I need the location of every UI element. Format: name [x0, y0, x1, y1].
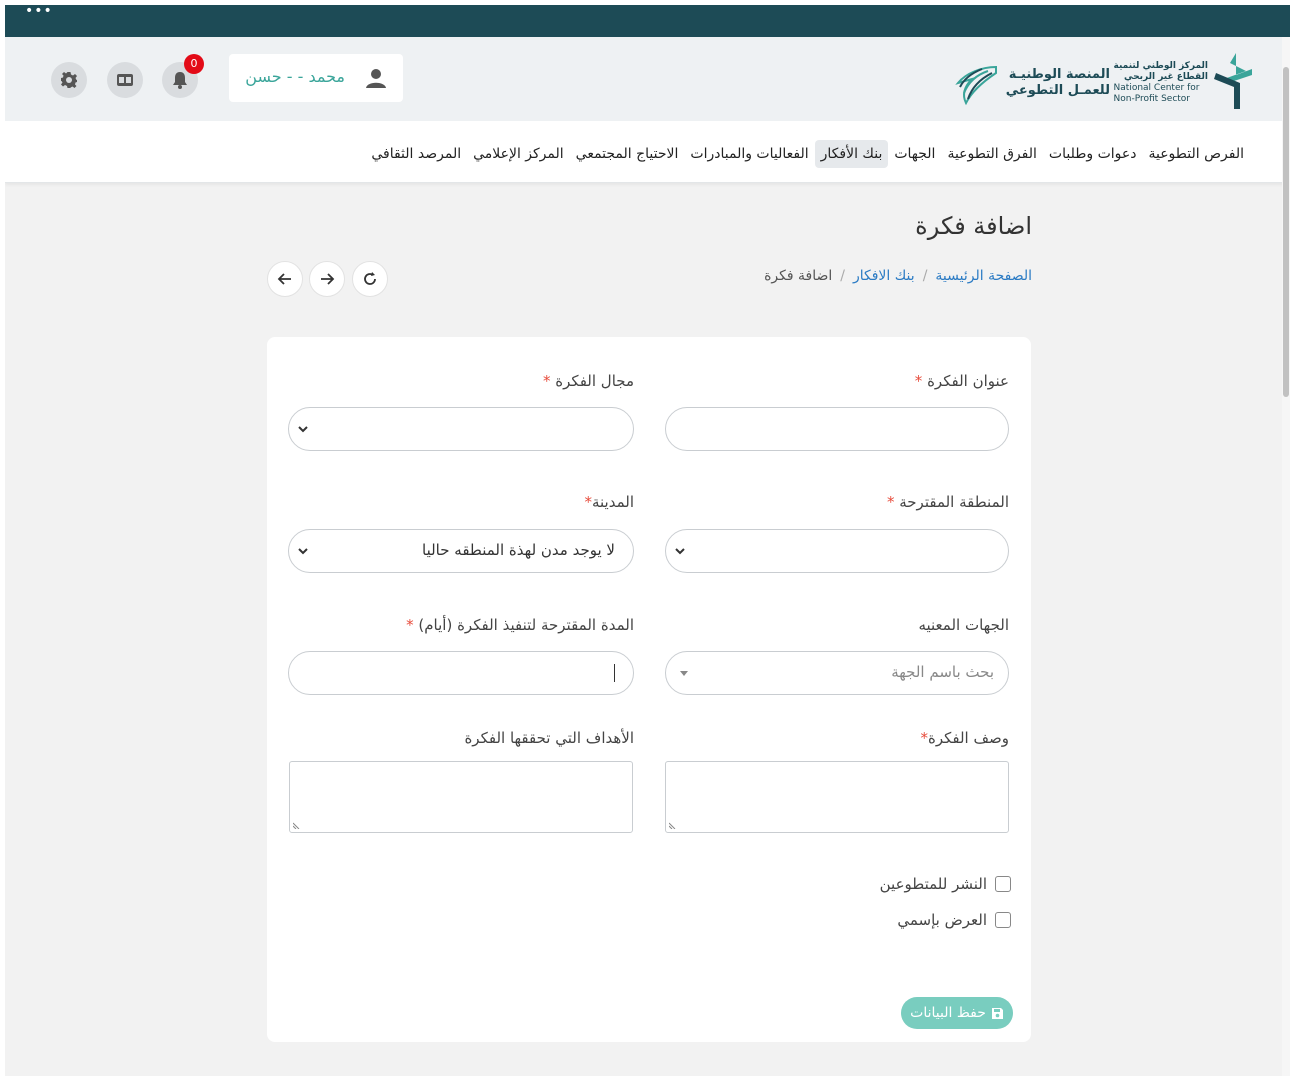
user-icon [366, 69, 386, 88]
breadcrumb-ideas-bank[interactable]: بنك الافكار [853, 268, 915, 284]
nav-item-1[interactable]: دعوات وطلبات [1043, 140, 1143, 168]
text-cursor [614, 664, 615, 682]
region-label: المنطقة المقترحة * [886, 493, 1009, 511]
breadcrumb-home[interactable]: الصفحة الرئيسية [935, 268, 1032, 284]
notification-badge: 0 [184, 54, 204, 74]
ncnp-logo-en-1: National Center for [1113, 83, 1200, 93]
ncnp-logo-ar-2: القطاع غير الربحي [1124, 72, 1208, 82]
breadcrumb-separator: / [922, 268, 928, 284]
city-select[interactable]: لا يوجد مدن لهذة المنطقه حاليا [288, 529, 634, 573]
caret-down-icon [680, 671, 688, 676]
idea-field-select[interactable] [288, 407, 634, 451]
resize-grip-icon[interactable] [669, 821, 677, 829]
goals-label: الأهداف التي تحققها الفكرة [464, 729, 634, 747]
idea-field-label: مجال الفكرة * [543, 372, 634, 390]
nav-item-0[interactable]: الفرص التطوعية [1142, 140, 1250, 168]
app-frame: ••• المركز الوطني لتنمية القطاع غير الرب… [5, 5, 1290, 1076]
refresh-icon [364, 272, 376, 285]
duration-label: المدة المقترحة لتنفيذ الفكرة (أيام) * [406, 616, 634, 634]
chevron-down-icon [298, 548, 308, 555]
publish-volunteers-checkbox[interactable] [995, 876, 1011, 892]
gear-icon [61, 72, 77, 88]
user-name: محمد - - حسن [245, 67, 345, 86]
main-nav: الفرص التطوعية دعوات وطلبات الفرق التطوعية… [5, 121, 1290, 183]
nav-item-7[interactable]: المركز الإعلامي [467, 140, 570, 168]
show-name-checkbox[interactable] [995, 912, 1011, 928]
chevron-down-icon [298, 426, 308, 433]
bell-icon [173, 72, 187, 89]
header: المركز الوطني لتنمية القطاع غير الربحي N… [5, 37, 1290, 121]
save-button[interactable]: حفظ البيانات [901, 997, 1013, 1029]
nav-list: الفرص التطوعية دعوات وطلبات الفرق التطوعية… [365, 140, 1250, 168]
description-label: وصف الفكرة* [920, 729, 1009, 747]
nav-item-4[interactable]: بنك الأفكار [814, 140, 889, 168]
breadcrumb: الصفحة الرئيسية / بنك الافكار / اضافة فك… [764, 268, 1032, 284]
user-menu[interactable]: محمد - - حسن [229, 54, 403, 102]
idea-title-label: عنوان الفكرة * [914, 372, 1009, 390]
top-bar: ••• [5, 5, 1290, 37]
publish-volunteers-label: النشر للمتطوعين [879, 875, 987, 893]
city-label: المدينة* [584, 493, 634, 511]
description-textarea[interactable] [665, 761, 1009, 833]
arrow-right-icon [321, 273, 335, 285]
page-title: اضافة فكرة [915, 212, 1032, 240]
save-disk-icon [991, 1007, 1003, 1019]
publish-volunteers-option[interactable]: النشر للمتطوعين [880, 875, 1011, 893]
show-name-option[interactable]: العرض بإسمي [897, 911, 1011, 929]
platform-logo-line2: للعمـل التطوعي [1005, 83, 1110, 98]
settings-button[interactable] [51, 62, 87, 98]
breadcrumb-separator: / [840, 268, 845, 284]
platform-logo-line1: المنصة الوطنيـة [1008, 67, 1110, 82]
ncnp-logo-en-2: Non-Profit Sector [1113, 94, 1191, 104]
arrow-left-icon [277, 273, 291, 285]
entities-label: الجهات المعنيه [918, 616, 1009, 634]
ncnp-logo-text: المركز الوطني لتنمية القطاع غير الربحي N… [1114, 61, 1208, 105]
nav-item-8[interactable]: المرصد الثقافي [365, 140, 467, 168]
window-dots-icon: ••• [25, 5, 53, 19]
breadcrumb-current: اضافة فكرة [764, 268, 833, 284]
platform-logo-text: المنصة الوطنيـة للعمـل التطوعي [1006, 67, 1110, 99]
id-card-icon [117, 74, 133, 86]
forward-button[interactable] [309, 261, 345, 297]
region-select[interactable] [665, 529, 1009, 573]
ncnp-logo-mark-icon [1214, 53, 1252, 109]
nav-item-3[interactable]: الجهات [888, 140, 941, 168]
show-name-label: العرض بإسمي [897, 911, 987, 929]
entities-search-select[interactable]: بحث باسم الجهة [665, 651, 1009, 695]
nav-item-2[interactable]: الفرق التطوعية [941, 140, 1042, 168]
nav-item-5[interactable]: الفعاليات والمبادرات [684, 140, 814, 168]
nav-item-6[interactable]: الاحتياج المجتمعي [570, 140, 685, 168]
scrollbar-thumb[interactable] [1283, 67, 1289, 397]
idea-title-input[interactable] [665, 407, 1009, 451]
language-button[interactable] [107, 62, 143, 98]
platform-logo-wing-icon [955, 65, 997, 106]
page-scrollbar[interactable] [1282, 37, 1290, 1076]
back-button[interactable] [267, 261, 303, 297]
city-selected-value: لا يوجد مدن لهذة المنطقه حاليا [422, 541, 615, 559]
chevron-down-icon [675, 548, 685, 555]
ncnp-logo-ar-1: المركز الوطني لتنمية [1113, 61, 1208, 71]
duration-input[interactable] [288, 651, 634, 695]
save-button-label: حفظ البيانات [910, 1005, 986, 1021]
add-idea-form: عنوان الفكرة * مجال الفكرة * المنطقة الم… [267, 337, 1031, 1042]
resize-grip-icon[interactable] [293, 821, 301, 829]
notifications-button[interactable]: 0 [162, 54, 204, 98]
refresh-button[interactable] [352, 261, 388, 297]
goals-textarea[interactable] [289, 761, 633, 833]
entities-placeholder: بحث باسم الجهة [891, 663, 994, 681]
